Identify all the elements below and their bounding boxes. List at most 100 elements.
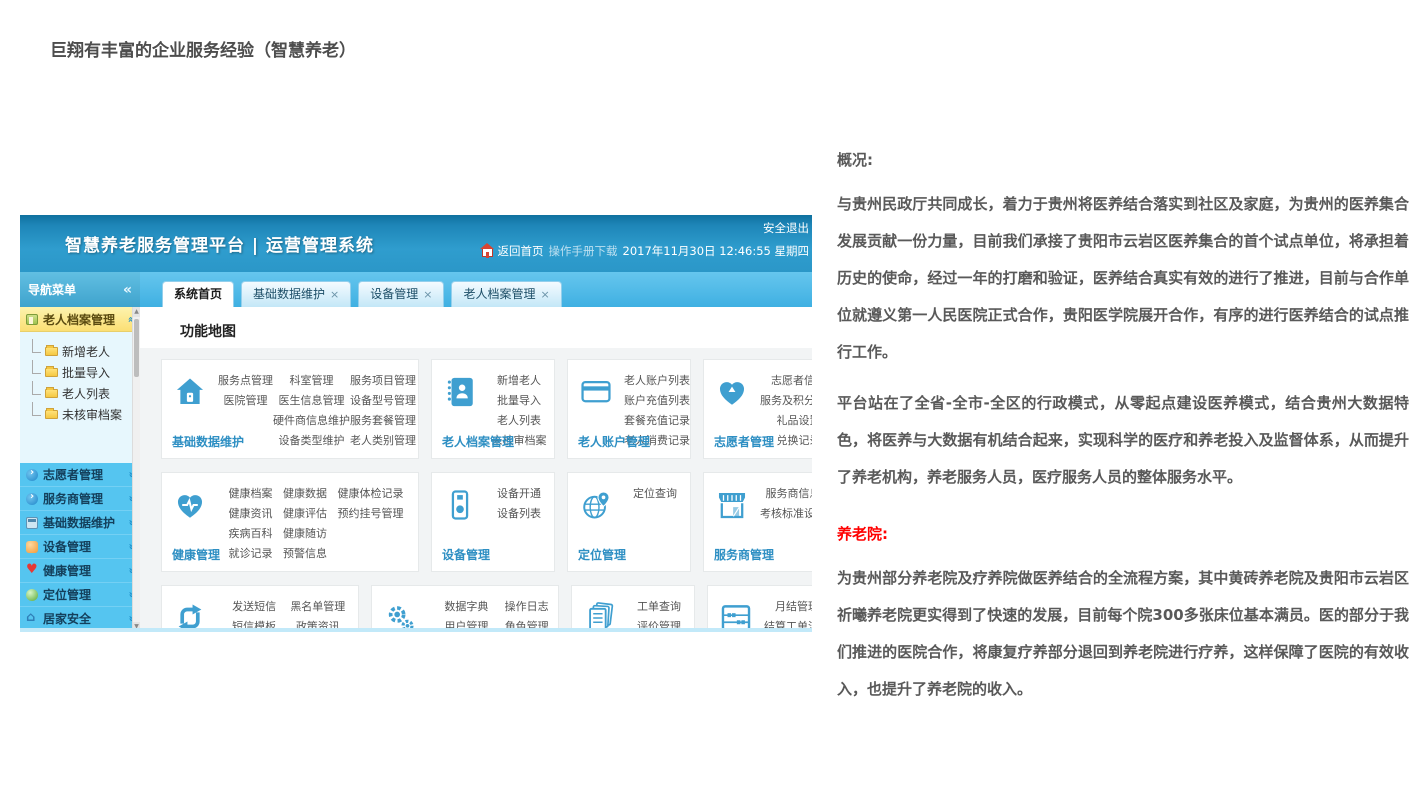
submenu-item-未核审档案[interactable]: 未核审档案 xyxy=(32,404,140,425)
home-icon xyxy=(482,248,493,257)
card-link-column: 月结管理结算工单流水 xyxy=(764,597,812,632)
card-gears-icon: 数据字典用户管理老人账号管理操作日志角色管理 xyxy=(371,585,559,632)
card-服务商管理: 服务商信息考核标准设置服务商管理 xyxy=(703,472,812,572)
nursing-home-heading: 养老院: xyxy=(837,522,1409,546)
gears-icon xyxy=(372,586,428,632)
submenu-item-老人列表[interactable]: 老人列表 xyxy=(32,383,140,404)
card-link-column: 定位查询 xyxy=(633,484,677,571)
tab-close-icon[interactable]: × xyxy=(330,288,339,301)
card-title-link[interactable]: 定位管理 xyxy=(578,546,626,563)
scroll-up-icon[interactable]: ▲ xyxy=(133,307,140,317)
manual-download-link[interactable]: 操作手册下载 xyxy=(549,243,618,259)
card-link-月结管理[interactable]: 月结管理 xyxy=(764,597,812,617)
card-link-服务套餐管理[interactable]: 服务套餐管理 xyxy=(350,411,416,431)
sidebar-item-志愿者管理[interactable]: 志愿者管理» xyxy=(20,463,140,487)
tab-close-icon[interactable]: × xyxy=(541,288,550,301)
card-link-数据字典[interactable]: 数据字典 xyxy=(433,597,499,617)
card-link-新增老人[interactable]: 新增老人 xyxy=(492,371,547,391)
card-link-定位查询[interactable]: 定位查询 xyxy=(633,484,677,504)
card-title-link[interactable]: 老人账户管理 xyxy=(578,433,650,450)
card-link-健康随访[interactable]: 健康随访 xyxy=(283,524,327,544)
card-link-设备类型维护[interactable]: 设备类型维护 xyxy=(273,431,350,451)
card-title-link[interactable]: 志愿者管理 xyxy=(714,433,774,450)
sidebar-item-基础数据维护[interactable]: 基础数据维护» xyxy=(20,511,140,535)
home-link[interactable]: 返回首页 xyxy=(498,243,544,259)
card-link-健康体检记录[interactable]: 健康体检记录 xyxy=(338,484,404,504)
card-link-志愿者信息[interactable]: 志愿者信息 xyxy=(760,371,812,391)
card-link-套餐充值记录[interactable]: 套餐充值记录 xyxy=(624,411,690,431)
card-link-健康档案[interactable]: 健康档案 xyxy=(229,484,273,504)
tab-系统首页[interactable]: 系统首页 xyxy=(162,281,234,307)
blue-home-icon xyxy=(26,613,38,625)
sidebar-item-label: 老人档案管理 xyxy=(43,311,115,328)
admin-app-title: 智慧养老服务管理平台 | 运营管理系统 xyxy=(65,231,374,256)
card-link-预警信息[interactable]: 预警信息 xyxy=(283,544,327,564)
card-link-设备型号管理[interactable]: 设备型号管理 xyxy=(350,391,416,411)
overview-heading: 概况: xyxy=(837,148,1409,172)
card-links: 定位查询 xyxy=(624,473,690,571)
card-link-服务及积分设置[interactable]: 服务及积分设置 xyxy=(760,391,812,411)
card-老人档案管理: 新增老人批量导入老人列表未核审档案老人档案管理 xyxy=(431,359,555,459)
card-title-link[interactable]: 服务商管理 xyxy=(714,546,774,563)
card-link-设备列表[interactable]: 设备列表 xyxy=(497,504,541,524)
card-title-link[interactable]: 设备管理 xyxy=(442,546,490,563)
card-link-老人账户列表[interactable]: 老人账户列表 xyxy=(624,371,690,391)
card-link-账户充值列表[interactable]: 账户充值列表 xyxy=(624,391,690,411)
datetime-label: 2017年11月30日 12:46:55 星期四 xyxy=(623,243,810,259)
sidebar: 老人档案管理» 新增老人批量导入老人列表未核审档案志愿者管理»服务商管理»基础数据… xyxy=(20,307,140,632)
tab-设备管理[interactable]: 设备管理× xyxy=(358,281,444,307)
card-link-医院管理[interactable]: 医院管理 xyxy=(218,391,273,411)
card-link-健康评估[interactable]: 健康评估 xyxy=(283,504,327,524)
sidebar-scrollbar[interactable]: ▲ ▼ xyxy=(132,307,140,632)
book-icon xyxy=(26,314,38,325)
card-link-考核标准设置[interactable]: 考核标准设置 xyxy=(760,504,812,524)
submenu-item-新增老人[interactable]: 新增老人 xyxy=(32,341,140,362)
bottom-strip xyxy=(20,628,812,632)
card-link-column: 操作日志角色管理 xyxy=(505,597,549,632)
sidebar-item-定位管理[interactable]: 定位管理» xyxy=(20,583,140,607)
card-link-老人列表[interactable]: 老人列表 xyxy=(492,411,547,431)
tree-line xyxy=(32,402,41,416)
card-link-发送短信[interactable]: 发送短信 xyxy=(227,597,282,617)
card-link-硬件商信息维护[interactable]: 硬件商信息维护 xyxy=(273,411,350,431)
tab-老人档案管理[interactable]: 老人档案管理× xyxy=(451,281,561,307)
content-heading: 功能地图 xyxy=(140,307,812,341)
card-links: 服务点管理医院管理科室管理医生信息管理硬件商信息维护设备类型维护 服务项目管理设备… xyxy=(218,360,420,458)
card-title-link[interactable]: 基础数据维护 xyxy=(172,433,244,450)
scrollbar-thumb[interactable] xyxy=(134,319,139,377)
tab-基础数据维护[interactable]: 基础数据维护× xyxy=(241,281,351,307)
card-link-科室管理[interactable]: 科室管理 xyxy=(273,371,350,391)
card-link-健康资讯[interactable]: 健康资讯 xyxy=(229,504,273,524)
card-link-column: 黑名单管理政策资讯发送记录 xyxy=(290,597,345,632)
card-title-link[interactable]: 健康管理 xyxy=(172,546,220,563)
sidebar-item-服务商管理[interactable]: 服务商管理» xyxy=(20,487,140,511)
tab-close-icon[interactable]: × xyxy=(423,288,432,301)
card-link-服务商信息[interactable]: 服务商信息 xyxy=(760,484,812,504)
card-link-老人类别管理[interactable]: 老人类别管理 xyxy=(350,431,416,451)
card-link-礼品设置[interactable]: 礼品设置 xyxy=(760,411,812,431)
sidebar-item-设备管理[interactable]: 设备管理» xyxy=(20,535,140,559)
card-link-疾病百科[interactable]: 疾病百科 xyxy=(229,524,273,544)
card-link-医生信息管理[interactable]: 医生信息管理 xyxy=(273,391,350,411)
sidebar-item-健康管理[interactable]: 健康管理» xyxy=(20,559,140,583)
card-link-预约挂号管理[interactable]: 预约挂号管理 xyxy=(338,504,404,524)
submenu-item-批量导入[interactable]: 批量导入 xyxy=(32,362,140,383)
nav-menu-header: 导航菜单 « xyxy=(20,272,140,307)
card-title-link[interactable]: 老人档案管理 xyxy=(442,433,514,450)
card-link-设备开通[interactable]: 设备开通 xyxy=(497,484,541,504)
card-link-就诊记录[interactable]: 就诊记录 xyxy=(229,544,273,564)
card-link-工单查询[interactable]: 工单查询 xyxy=(637,597,681,617)
card-sync-arrows-icon: 发送短信短信模板知识库管理黑名单管理政策资讯发送记录 xyxy=(161,585,359,632)
logout-link[interactable]: 安全退出 xyxy=(763,221,809,235)
card-link-批量导入[interactable]: 批量导入 xyxy=(492,391,547,411)
card-link-服务项目管理[interactable]: 服务项目管理 xyxy=(350,371,416,391)
card-link-健康数据[interactable]: 健康数据 xyxy=(283,484,327,504)
sidebar-item-老人档案管理[interactable]: 老人档案管理» xyxy=(20,307,140,332)
card-link-黑名单管理[interactable]: 黑名单管理 xyxy=(290,597,345,617)
collapse-sidebar-icon[interactable]: « xyxy=(123,282,132,298)
sidebar-item-label: 服务商管理 xyxy=(43,490,103,507)
card-link-操作日志[interactable]: 操作日志 xyxy=(505,597,549,617)
card-link-服务点管理[interactable]: 服务点管理 xyxy=(218,371,273,391)
sidebar-item-label: 设备管理 xyxy=(43,538,91,555)
folder-icon xyxy=(45,347,58,356)
